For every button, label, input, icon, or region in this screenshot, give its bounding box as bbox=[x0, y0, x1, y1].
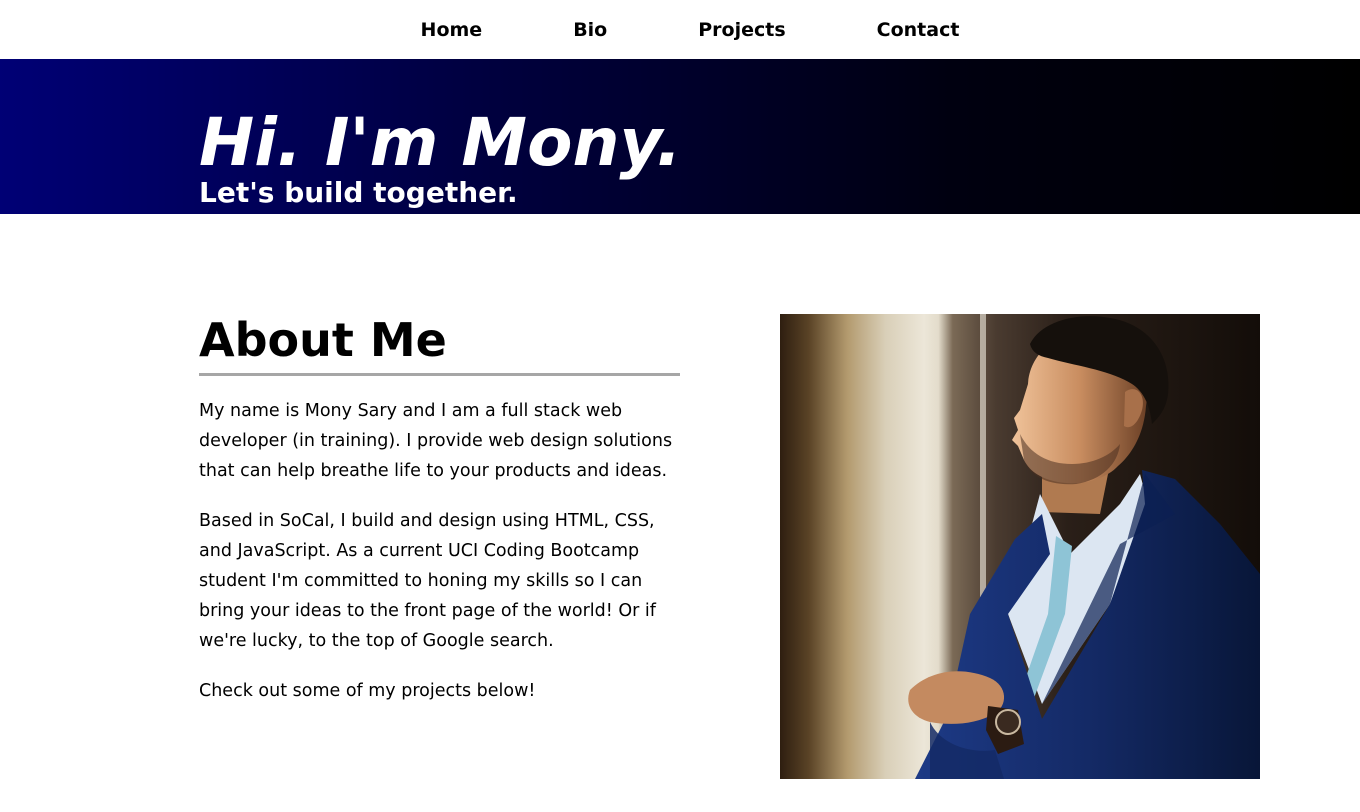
main-content: About Me My name is Mony Sary and I am a… bbox=[0, 214, 1360, 812]
nav-projects-link[interactable]: Projects bbox=[698, 19, 785, 41]
top-nav: Home Bio Projects Contact bbox=[0, 0, 1360, 59]
about-paragraph: Check out some of my projects below! bbox=[199, 681, 536, 701]
hero-banner: Hi. I'm Mony. Let's build together. bbox=[0, 59, 1360, 214]
profile-photo bbox=[780, 314, 1260, 779]
about-title: About Me bbox=[199, 313, 680, 376]
nav-home-link[interactable]: Home bbox=[421, 19, 483, 41]
about-section: About Me My name is Mony Sary and I am a… bbox=[199, 313, 680, 706]
hero-subtitle: Let's build together. bbox=[199, 176, 518, 209]
nav-bio-link[interactable]: Bio bbox=[573, 19, 607, 41]
nav-contact-link[interactable]: Contact bbox=[877, 19, 960, 41]
about-paragraph: Based in SoCal, I build and design using… bbox=[199, 511, 656, 651]
about-paragraph: My name is Mony Sary and I am a full sta… bbox=[199, 401, 673, 481]
hero-title: Hi. I'm Mony. bbox=[199, 104, 682, 181]
